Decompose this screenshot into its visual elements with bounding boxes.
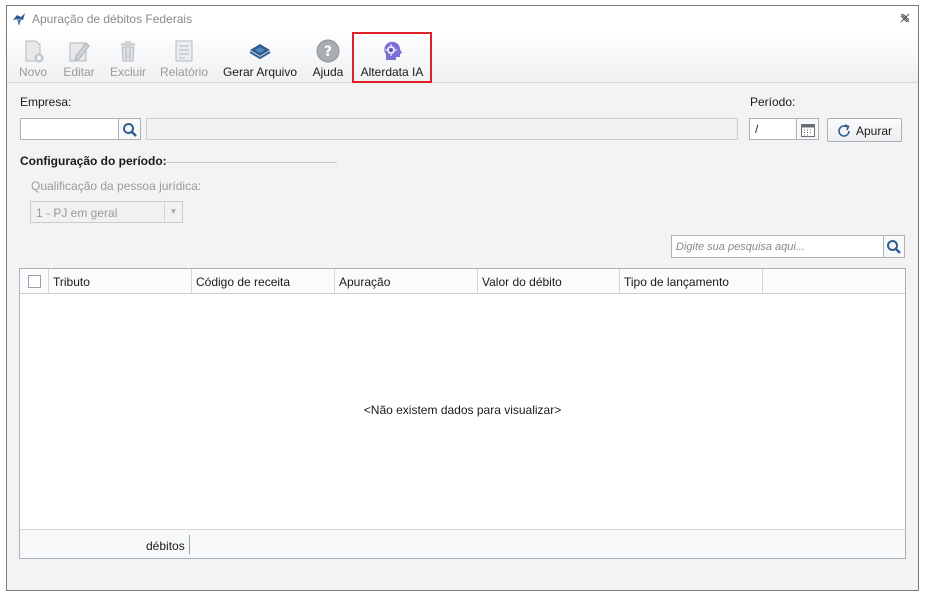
column-apuracao[interactable]: Apuração xyxy=(335,269,478,293)
window-title: Apuração de débitos Federais xyxy=(32,12,193,26)
delete-button[interactable]: Excluir xyxy=(107,35,149,81)
close-icon xyxy=(900,13,910,23)
generate-file-button-label: Gerar Arquivo xyxy=(222,65,298,79)
report-button[interactable]: Relatório xyxy=(157,35,211,81)
generate-file-icon xyxy=(249,44,271,60)
edit-pencil-icon xyxy=(69,42,90,62)
delete-button-label: Excluir xyxy=(109,65,146,79)
search-icon xyxy=(123,123,137,137)
footer-summary-label: débitos xyxy=(146,539,185,553)
footer-divider xyxy=(189,535,190,554)
empresa-search-button[interactable] xyxy=(119,118,141,140)
ai-head-icon xyxy=(384,41,402,60)
apurar-button[interactable]: Apurar xyxy=(827,118,902,142)
app-logo-icon xyxy=(13,13,25,26)
edit-button[interactable]: Editar xyxy=(60,35,98,81)
empresa-label: Empresa: xyxy=(20,95,72,109)
periodo-calendar-button[interactable] xyxy=(797,118,819,140)
periodo-value: / xyxy=(755,122,759,136)
generate-file-button[interactable]: Gerar Arquivo xyxy=(220,35,300,81)
periodo-input[interactable]: / xyxy=(749,118,797,140)
toolbar: Novo Editar Excluir Relatório Gerar Arqu… xyxy=(7,31,918,83)
main-window: Apuração de débitos Federais Novo Editar xyxy=(6,5,919,591)
column-valor-debito[interactable]: Valor do débito xyxy=(478,269,620,293)
grid-footer: débitos xyxy=(20,529,905,558)
new-document-icon xyxy=(25,40,44,63)
qualificacao-label: Qualificação da pessoa jurídica: xyxy=(31,179,202,193)
new-button[interactable]: Novo xyxy=(15,35,51,81)
title-bar: Apuração de débitos Federais xyxy=(7,6,918,31)
apurar-button-label: Apurar xyxy=(856,124,893,138)
debitos-grid: Tributo Código de receita Apuração Valor… xyxy=(19,268,906,559)
grid-search-input[interactable]: Digite sua pesquisa aqui... xyxy=(671,235,884,258)
section-divider xyxy=(164,162,337,163)
help-button-label: Ajuda xyxy=(312,65,344,79)
refresh-icon xyxy=(838,124,850,137)
report-icon xyxy=(175,40,193,62)
help-button[interactable]: ? Ajuda xyxy=(309,35,347,81)
empresa-code-input[interactable] xyxy=(20,118,119,140)
new-button-label: Novo xyxy=(18,65,47,79)
report-button-label: Relatório xyxy=(159,65,209,79)
periodo-label: Período: xyxy=(750,95,796,109)
alterdata-ia-button-label: Alterdata IA xyxy=(360,65,424,79)
qualificacao-select: 1 - PJ em geral ▼ xyxy=(30,201,183,223)
column-tipo-lancamento[interactable]: Tipo de lançamento xyxy=(620,269,763,293)
column-codigo-receita[interactable]: Código de receita xyxy=(192,269,335,293)
alterdata-ia-button[interactable]: Alterdata IA xyxy=(352,32,432,83)
search-icon xyxy=(887,240,901,254)
grid-search-placeholder: Digite sua pesquisa aqui... xyxy=(676,241,806,253)
column-tributo[interactable]: Tributo xyxy=(49,269,192,293)
empresa-name-field xyxy=(146,118,738,140)
help-icon: ? xyxy=(316,39,340,63)
svg-text:?: ? xyxy=(324,44,332,60)
qualificacao-value: 1 - PJ em geral xyxy=(36,206,118,220)
close-button[interactable] xyxy=(898,11,912,25)
trash-icon xyxy=(121,41,135,62)
calendar-icon xyxy=(801,124,815,137)
empty-grid-message: <Não existem dados para visualizar> xyxy=(363,403,562,417)
edit-button-label: Editar xyxy=(63,65,95,79)
select-all-checkbox[interactable] xyxy=(28,275,41,288)
grid-header: Tributo Código de receita Apuração Valor… xyxy=(20,269,905,294)
grid-search-button[interactable] xyxy=(884,235,905,258)
select-all-column xyxy=(20,269,49,293)
config-section-title: Configuração do período: xyxy=(20,154,167,168)
chevron-down-icon: ▼ xyxy=(164,202,182,222)
